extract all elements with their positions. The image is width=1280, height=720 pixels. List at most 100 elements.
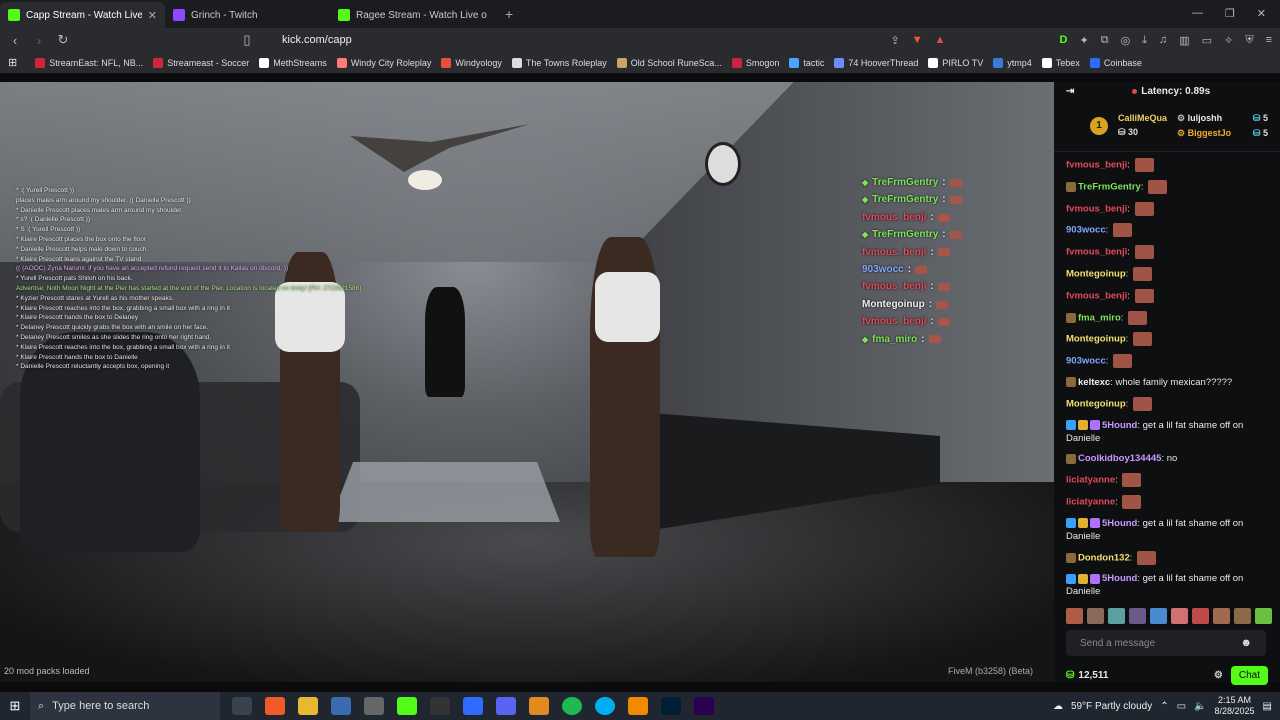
quick-emote-icon[interactable]: [1192, 608, 1209, 624]
tab-search-icon[interactable]: ◎: [1121, 34, 1131, 47]
download-icon[interactable]: ⤓: [1142, 34, 1147, 47]
bookmark-item[interactable]: Tebex: [1041, 57, 1080, 68]
chat-username[interactable]: Dondon132: [1078, 552, 1130, 563]
bookmark-item[interactable]: ytmp4: [993, 57, 1032, 68]
chat-username[interactable]: keltexc: [1078, 377, 1110, 388]
chat-message[interactable]: liciatyanne:: [1066, 473, 1268, 488]
taskbar-search[interactable]: ⌕ Type here to search: [30, 692, 220, 720]
chat-username[interactable]: fvmous_benji: [1066, 160, 1127, 171]
chat-settings-icon[interactable]: ⚙: [1214, 670, 1223, 681]
restore-icon[interactable]: ❐: [1225, 7, 1235, 20]
message-input[interactable]: Send a message ☻: [1066, 630, 1266, 656]
chat-message[interactable]: fvmous_benji:: [1066, 288, 1268, 303]
clock[interactable]: 2:15 AM 8/28/2025: [1215, 695, 1255, 717]
leo-icon[interactable]: ✧: [1224, 34, 1233, 47]
apps-grid-icon[interactable]: ⊞: [8, 56, 17, 69]
tray-chevron-icon[interactable]: ⌃: [1160, 701, 1168, 712]
sidebar-icon[interactable]: ▥: [1179, 34, 1189, 47]
chat-message[interactable]: 5Hound: get a lil fat shame off on Danie…: [1066, 419, 1268, 445]
bookmark-item[interactable]: Smogon: [731, 57, 779, 68]
back-icon[interactable]: ‹: [8, 33, 22, 48]
bookmark-item[interactable]: Streameast - Soccer: [153, 57, 249, 68]
chat-username[interactable]: 5Hound: [1102, 518, 1137, 529]
chat-send-button[interactable]: Chat: [1230, 665, 1268, 685]
wallet-icon[interactable]: ▭: [1202, 34, 1212, 47]
bookmark-icon[interactable]: ▯: [240, 32, 254, 48]
chat-message[interactable]: Montegoinup:: [1066, 396, 1268, 411]
quick-emote-icon[interactable]: [1171, 608, 1188, 624]
chat-message[interactable]: fvmous_benji:: [1066, 245, 1268, 260]
chat-message[interactable]: Montegoinup:: [1066, 266, 1268, 281]
close-tab-icon[interactable]: ✕: [148, 9, 157, 22]
chat-message[interactable]: keltexc: whole family mexican?????: [1066, 376, 1268, 389]
browser-tab[interactable]: Capp Stream - Watch Live on Kick ✕: [0, 2, 165, 28]
chat-username[interactable]: 903wocc: [1066, 225, 1106, 236]
stream-video[interactable]: * :( Yurell Prescott )) places males arm …: [0, 82, 1054, 682]
app-x-icon[interactable]: [364, 697, 384, 715]
bookmark-item[interactable]: MethStreams: [259, 57, 327, 68]
chat-message[interactable]: fma_miro:: [1066, 310, 1268, 325]
chat-messages[interactable]: fvmous_benji: TreFrmGentry: fvmous_benji…: [1054, 152, 1280, 598]
vlc-app-icon[interactable]: [628, 697, 648, 715]
chat-username[interactable]: Montegoinup: [1066, 269, 1126, 280]
leader-name[interactable]: CalliMeQua: [1118, 113, 1167, 123]
fivem-app-icon[interactable]: [529, 697, 549, 715]
chat-username[interactable]: fvmous_benji: [1066, 290, 1127, 301]
reload-icon[interactable]: ↻: [56, 32, 70, 48]
extension-d-icon[interactable]: D: [1060, 34, 1068, 46]
chat-username[interactable]: 5Hound: [1102, 573, 1137, 584]
chat-message[interactable]: fvmous_benji:: [1066, 201, 1268, 216]
chat-username[interactable]: TreFrmGentry: [1078, 181, 1141, 192]
chat-message[interactable]: Dondon132:: [1066, 550, 1268, 565]
chat-username[interactable]: fvmous_benji: [1066, 203, 1127, 214]
chat-message[interactable]: liciatyanne:: [1066, 494, 1268, 509]
chat-message[interactable]: 903wocc:: [1066, 354, 1268, 369]
chat-username[interactable]: Montegoinup: [1066, 334, 1126, 345]
extensions-icon[interactable]: ✦: [1079, 34, 1088, 47]
capcut-app-icon[interactable]: [430, 697, 450, 715]
chat-username[interactable]: 5Hound: [1102, 420, 1137, 431]
file-explorer-icon[interactable]: [298, 697, 318, 715]
chat-message[interactable]: Montegoinup:: [1066, 332, 1268, 347]
weather-text[interactable]: 59°F Partly cloudy: [1071, 701, 1152, 712]
emoji-picker-icon[interactable]: ☻: [1240, 637, 1252, 649]
vpn-icon[interactable]: ⛨: [1245, 34, 1253, 47]
chat-username[interactable]: 903wocc: [1066, 356, 1106, 367]
steam-app-icon[interactable]: [331, 697, 351, 715]
task-view-icon[interactable]: [232, 697, 252, 715]
quick-emote-icon[interactable]: [1255, 608, 1272, 624]
quick-emote-icon[interactable]: [1129, 608, 1146, 624]
chat-username[interactable]: Coolkidboy134445: [1078, 453, 1161, 464]
windows-start-icon[interactable]: ⊞: [0, 698, 30, 714]
brave-shield-icon[interactable]: ▼: [912, 34, 923, 46]
chat-message[interactable]: fvmous_benji:: [1066, 158, 1268, 172]
bookmark-item[interactable]: Coinbase: [1089, 57, 1142, 68]
quick-emote-icon[interactable]: [1234, 608, 1251, 624]
quick-emote-icon[interactable]: [1108, 608, 1125, 624]
minimize-icon[interactable]: —: [1192, 7, 1203, 20]
quick-emote-icon[interactable]: [1213, 608, 1230, 624]
bookmark-item[interactable]: PIRLO TV: [928, 57, 983, 68]
quick-emote-icon[interactable]: [1087, 608, 1104, 624]
close-window-icon[interactable]: ✕: [1257, 7, 1266, 20]
chat-username[interactable]: liciatyanne: [1066, 475, 1115, 486]
quick-emote-icon[interactable]: [1066, 608, 1083, 624]
chat-username[interactable]: liciatyanne: [1066, 496, 1115, 507]
browser-tab[interactable]: Ragee Stream - Watch Live on Kick: [330, 2, 495, 28]
chat-username[interactable]: Montegoinup: [1066, 398, 1126, 409]
chat-message[interactable]: TreFrmGentry:: [1066, 179, 1268, 194]
bookmark-item[interactable]: tactic: [789, 57, 824, 68]
notification-icon[interactable]: ▤: [1263, 701, 1272, 712]
vpn-app-icon[interactable]: [463, 697, 483, 715]
bookmark-item[interactable]: Windyology: [441, 57, 502, 68]
chat-message[interactable]: 5Hound: get a lil fat shame off on Danie…: [1066, 517, 1268, 543]
channel-points[interactable]: ⛁ 12,511: [1066, 670, 1108, 681]
collapse-chat-icon[interactable]: ⇥: [1066, 86, 1074, 97]
discord-app-icon[interactable]: [496, 697, 516, 715]
leader-row[interactable]: ⚙ BiggestJo: [1177, 128, 1231, 139]
leader-row[interactable]: ⚙ luljoshh: [1177, 113, 1231, 124]
volume-icon[interactable]: 🔈: [1194, 701, 1206, 712]
quick-emote-icon[interactable]: [1150, 608, 1167, 624]
forward-icon[interactable]: ›: [32, 33, 46, 48]
new-tab-button[interactable]: +: [495, 6, 523, 28]
